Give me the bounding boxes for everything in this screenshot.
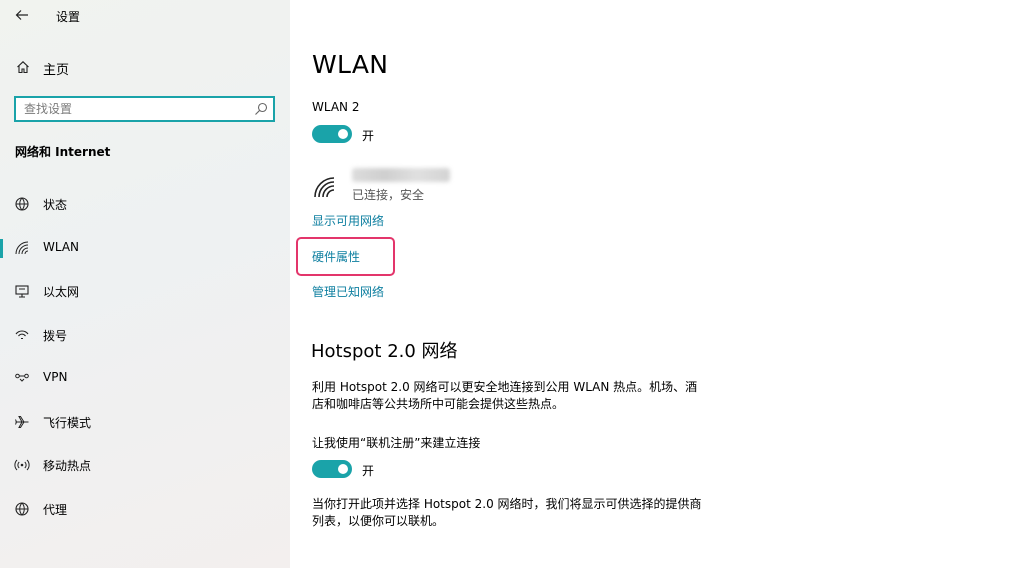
sidebar-item-airplane[interactable]: 飞行模式: [0, 401, 290, 445]
sidebar-item-label: 状态: [43, 198, 68, 212]
adapter-name: WLAN 2: [312, 100, 360, 114]
ethernet-icon: [15, 285, 29, 298]
sidebar-item-dialup[interactable]: 拨号: [0, 314, 290, 358]
sidebar-item-wlan[interactable]: WLAN: [0, 227, 290, 271]
globe-status-icon: [15, 197, 29, 211]
globe-proxy-icon: [15, 501, 29, 516]
sidebar-item-label: WLAN: [43, 239, 80, 254]
network-name-redacted[interactable]: [352, 168, 450, 182]
sidebar-home[interactable]: 主页: [0, 55, 290, 79]
sidebar-item-label: 代理: [43, 502, 68, 517]
highlight-box: [296, 237, 395, 276]
search-box[interactable]: [14, 96, 275, 122]
app-title: 设置: [56, 10, 81, 24]
show-available-networks-link[interactable]: 显示可用网络: [312, 212, 384, 229]
selection-indicator: [0, 238, 3, 258]
search-icon[interactable]: [253, 101, 269, 117]
hotspot-description: 利用 Hotspot 2.0 网络可以更安全地连接到公用 WLAN 热点。机场、…: [312, 379, 732, 413]
hotspot-note: 当你打开此项并选择 Hotspot 2.0 网络时，我们将显示可供选择的提供商 …: [312, 496, 732, 530]
sidebar-item-label: 移动热点: [43, 459, 92, 473]
hotspot-description-line: 利用 Hotspot 2.0 网络可以更安全地连接到公用 WLAN 热点。机场、…: [312, 380, 698, 394]
hotspot-note-line: 当你打开此项并选择 Hotspot 2.0 网络时，我们将显示可供选择的提供商: [312, 497, 702, 511]
sidebar: 设置 主页 网络和 Internet 状态 WLAN: [0, 0, 290, 568]
home-label: 主页: [43, 63, 70, 78]
main-content: WLAN WLAN 2 开 已连接，安全 显示可用网络 硬件属性 管理已知网络 …: [290, 0, 1014, 568]
section-heading: 网络和 Internet: [15, 145, 111, 159]
sidebar-item-label: 以太网: [43, 285, 80, 299]
online-signup-toggle[interactable]: [312, 460, 352, 478]
vpn-icon: [15, 373, 29, 382]
sidebar-nav: 状态 WLAN 以太网 拨号 VPN 飞行模式 移动热点 代理: [0, 183, 290, 531]
back-arrow-icon: [15, 10, 28, 20]
page-title: WLAN: [312, 50, 389, 79]
wifi-icon: [15, 241, 29, 254]
hotspot-heading: Hotspot 2.0 网络: [311, 341, 458, 362]
network-status: 已连接，安全: [352, 188, 425, 202]
online-signup-label: 让我使用“联机注册”来建立连接: [312, 436, 481, 450]
hotspot-note-line: 列表，以便你可以联机。: [312, 514, 445, 528]
sidebar-item-label: VPN: [43, 370, 68, 384]
dialup-icon: [15, 329, 29, 339]
home-icon: [17, 61, 29, 74]
hotspot-icon: [14, 459, 30, 471]
back-button[interactable]: [12, 6, 32, 24]
manage-known-networks-link[interactable]: 管理已知网络: [312, 283, 384, 300]
wlan-toggle-state: 开: [362, 129, 375, 143]
wlan-toggle[interactable]: [312, 125, 352, 143]
sidebar-item-proxy[interactable]: 代理: [0, 488, 290, 532]
search-input[interactable]: [16, 98, 246, 120]
hotspot-description-line: 店和咖啡店等公共场所中可能会提供这些热点。: [312, 397, 565, 411]
title-bar: 设置: [0, 0, 290, 30]
online-signup-toggle-state: 开: [362, 464, 375, 478]
sidebar-item-hotspot[interactable]: 移动热点: [0, 444, 290, 488]
wifi-signal-icon[interactable]: [312, 175, 338, 199]
sidebar-item-label: 拨号: [43, 328, 68, 343]
airplane-icon: [15, 415, 29, 428]
sidebar-item-ethernet[interactable]: 以太网: [0, 270, 290, 314]
sidebar-item-label: 飞行模式: [43, 415, 92, 430]
sidebar-item-vpn[interactable]: VPN: [0, 357, 290, 401]
sidebar-item-status[interactable]: 状态: [0, 183, 290, 227]
